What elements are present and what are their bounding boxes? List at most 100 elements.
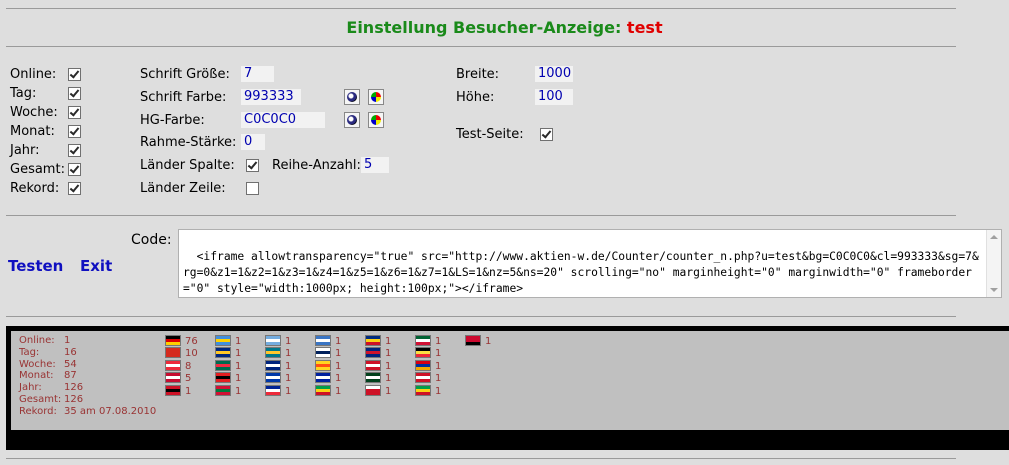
online-label: Online: bbox=[10, 67, 57, 82]
page-title-name: test bbox=[626, 18, 663, 37]
code-divider bbox=[6, 316, 956, 317]
country-flag-icon bbox=[215, 385, 231, 396]
embed-code-text: <iframe allowtransparency="true" src="ht… bbox=[183, 250, 979, 295]
countries-row-label: Länder Zeile: bbox=[140, 181, 226, 196]
country-visit-count: 1 bbox=[235, 373, 242, 384]
country-visit-count: 1 bbox=[335, 336, 342, 347]
country-flag-icon bbox=[265, 385, 281, 396]
woche-checkbox[interactable] bbox=[68, 106, 81, 119]
countries-row-checkbox[interactable] bbox=[246, 182, 259, 195]
country-visit-count: 1 bbox=[335, 361, 342, 372]
country-visit-count: 1 bbox=[335, 348, 342, 359]
testpage-checkbox[interactable] bbox=[540, 128, 553, 141]
country-flag-icon bbox=[315, 347, 331, 358]
country-visit-count: 1 bbox=[385, 348, 392, 359]
jahr-label: Jahr: bbox=[10, 143, 40, 158]
font-color-palette-icon[interactable] bbox=[368, 89, 384, 105]
font-color-picker-icon[interactable] bbox=[344, 89, 360, 105]
country-flag-icon bbox=[415, 372, 431, 383]
bg-color-picker-icon[interactable] bbox=[344, 112, 360, 128]
country-flag-icon bbox=[365, 372, 381, 383]
top-divider bbox=[6, 8, 956, 9]
country-flag-icon bbox=[365, 347, 381, 358]
exit-button[interactable]: Exit bbox=[80, 257, 112, 275]
country-visit-count: 1 bbox=[435, 348, 442, 359]
tag-checkbox[interactable] bbox=[68, 87, 81, 100]
font-size-input[interactable]: 7 bbox=[241, 66, 274, 82]
monat-label: Monat: bbox=[10, 124, 55, 139]
country-visit-count: 1 bbox=[285, 373, 292, 384]
country-flag-icon bbox=[365, 385, 381, 396]
bottom-divider bbox=[6, 458, 956, 459]
preview-stats: Online: 1 Tag: 16 Woche: 54 Monat: 87 Jahr: 1… bbox=[19, 335, 156, 418]
scroll-up-icon[interactable] bbox=[990, 235, 998, 239]
counter-preview: Online: 1 Tag: 16 Woche: 54 Monat: 87 Jahr: 1… bbox=[6, 326, 1009, 450]
settings-divider bbox=[6, 215, 956, 216]
country-flag-icon bbox=[165, 385, 181, 396]
country-flag-icon bbox=[215, 360, 231, 371]
country-visit-count: 1 bbox=[285, 361, 292, 372]
font-color-input[interactable]: 993333 bbox=[241, 89, 301, 105]
country-visit-count: 1 bbox=[435, 373, 442, 384]
height-input[interactable]: 100 bbox=[535, 89, 573, 105]
gesamt-label: Gesamt: bbox=[10, 162, 65, 177]
country-flag-icon bbox=[165, 347, 181, 358]
test-button[interactable]: Testen bbox=[8, 257, 63, 275]
country-flag-icon bbox=[315, 385, 331, 396]
code-scrollbar[interactable] bbox=[986, 230, 1001, 297]
monat-checkbox[interactable] bbox=[68, 125, 81, 138]
country-flag-icon bbox=[215, 347, 231, 358]
width-input[interactable]: 1000 bbox=[535, 66, 573, 82]
country-visit-count: 1 bbox=[485, 336, 492, 347]
country-flag-icon bbox=[265, 347, 281, 358]
woche-label: Woche: bbox=[10, 105, 58, 120]
testpage-label: Test-Seite: bbox=[456, 127, 524, 142]
country-flag-icon bbox=[315, 335, 331, 346]
preview-stat-jahr: Jahr: 126 bbox=[19, 382, 84, 394]
counter-preview-content: Online: 1 Tag: 16 Woche: 54 Monat: 87 Jahr: 1… bbox=[11, 331, 1009, 430]
online-checkbox[interactable] bbox=[68, 68, 81, 81]
country-flag-icon bbox=[415, 347, 431, 358]
bg-color-input[interactable]: C0C0C0 bbox=[241, 112, 325, 128]
countries-column-checkbox[interactable] bbox=[246, 159, 259, 172]
country-visit-count: 1 bbox=[235, 336, 242, 347]
width-label: Breite: bbox=[456, 67, 500, 82]
embed-code-textarea[interactable]: <iframe allowtransparency="true" src="ht… bbox=[178, 229, 1002, 298]
country-flag-icon bbox=[215, 335, 231, 346]
country-visit-count: 1 bbox=[185, 386, 192, 397]
rekord-checkbox[interactable] bbox=[68, 182, 81, 195]
country-visit-count: 1 bbox=[385, 361, 392, 372]
country-visit-count: 1 bbox=[335, 373, 342, 384]
countries-column-label: Länder Spalte: bbox=[140, 158, 235, 173]
country-visit-count: 5 bbox=[185, 373, 192, 384]
country-visit-count: 76 bbox=[185, 336, 198, 347]
preview-stat-monat: Monat: 87 bbox=[19, 370, 77, 382]
country-flag-icon bbox=[265, 335, 281, 346]
preview-stat-tag: Tag: 16 bbox=[19, 346, 77, 358]
preview-stat-rekord: Rekord: 35 am 07.08.2010 bbox=[19, 405, 157, 417]
country-visit-count: 1 bbox=[385, 336, 392, 347]
country-flag-icon bbox=[265, 360, 281, 371]
country-visit-count: 1 bbox=[235, 386, 242, 397]
country-flag-icon bbox=[165, 335, 181, 346]
jahr-checkbox[interactable] bbox=[68, 144, 81, 157]
country-visit-count: 1 bbox=[235, 348, 242, 359]
country-visit-count: 1 bbox=[435, 361, 442, 372]
rows-input[interactable]: 5 bbox=[361, 157, 389, 173]
gesamt-checkbox[interactable] bbox=[68, 163, 81, 176]
font-color-label: Schrift Farbe: bbox=[140, 90, 227, 105]
country-visit-count: 1 bbox=[385, 386, 392, 397]
country-visit-count: 1 bbox=[335, 386, 342, 397]
country-flag-icon bbox=[365, 360, 381, 371]
country-flag-icon bbox=[315, 372, 331, 383]
preview-stat-online: Online: 1 bbox=[19, 335, 71, 346]
country-flag-icon bbox=[365, 335, 381, 346]
scroll-down-icon[interactable] bbox=[990, 288, 998, 292]
border-input[interactable]: 0 bbox=[241, 134, 265, 150]
country-visit-count: 1 bbox=[235, 361, 242, 372]
country-visit-count: 1 bbox=[385, 373, 392, 384]
bg-color-palette-icon[interactable] bbox=[368, 112, 384, 128]
country-flag-icon bbox=[465, 335, 481, 346]
country-visit-count: 1 bbox=[285, 348, 292, 359]
rows-label: Reihe-Anzahl: bbox=[272, 158, 361, 173]
